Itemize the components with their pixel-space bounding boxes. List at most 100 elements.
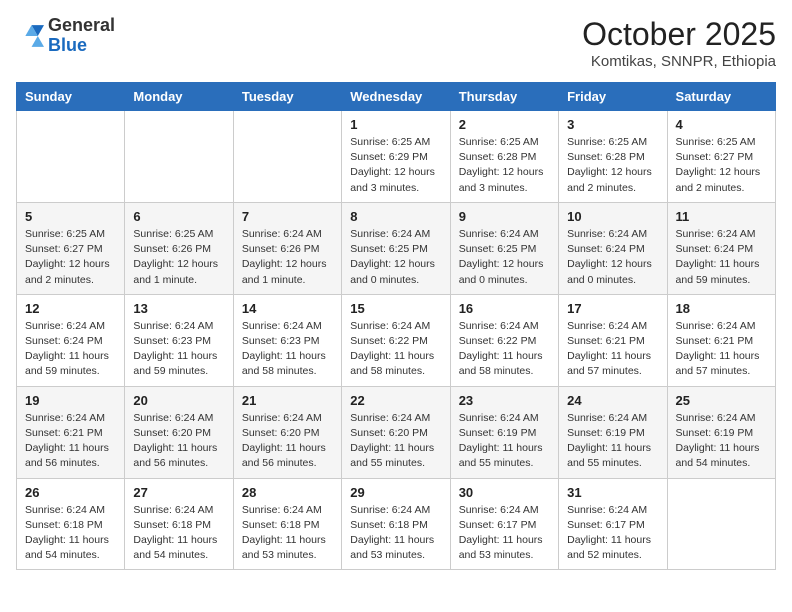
day-number: 19 <box>25 393 116 408</box>
calendar-week-row: 19Sunrise: 6:24 AM Sunset: 6:21 PM Dayli… <box>17 386 776 478</box>
table-row: 18Sunrise: 6:24 AM Sunset: 6:21 PM Dayli… <box>667 294 775 386</box>
table-row <box>125 111 233 203</box>
day-number: 26 <box>25 485 116 500</box>
day-info: Sunrise: 6:24 AM Sunset: 6:20 PM Dayligh… <box>133 411 224 472</box>
col-friday: Friday <box>559 83 667 111</box>
table-row: 25 Sunrise: 6:24 AM Sunset: 6:19 PM Dayli… <box>667 386 775 478</box>
day-number: 16 <box>459 301 550 316</box>
col-wednesday: Wednesday <box>342 83 450 111</box>
table-row: 4Sunrise: 6:25 AM Sunset: 6:27 PM Daylig… <box>667 111 775 203</box>
day-number: 9 <box>459 209 550 224</box>
table-row: 24Sunrise: 6:24 AM Sunset: 6:19 PM Dayli… <box>559 386 667 478</box>
day-number: 6 <box>133 209 224 224</box>
day-info: Sunrise: 6:24 AM Sunset: 6:24 PM Dayligh… <box>567 227 658 288</box>
table-row: 15Sunrise: 6:24 AM Sunset: 6:22 PM Dayli… <box>342 294 450 386</box>
logo-icon <box>16 22 44 50</box>
day-number: 11 <box>676 209 767 224</box>
calendar-week-row: 1 Sunrise: 6:25 AM Sunset: 6:29 PM Daylig… <box>17 111 776 203</box>
table-row: 27 Sunrise: 6:24 AM Sunset: 6:18 PM Dayli… <box>125 478 233 570</box>
day-number: 21 <box>242 393 333 408</box>
day-info: Sunrise: 6:24 AM Sunset: 6:18 PM Dayligh… <box>242 503 333 564</box>
table-row <box>233 111 341 203</box>
title-block: October 2025 Komtikas, SNNPR, Ethiopia <box>582 16 776 70</box>
day-number: 5 <box>25 209 116 224</box>
day-info: Sunrise: 6:24 AM Sunset: 6:19 PM Dayligh… <box>676 411 767 472</box>
table-row: 8 Sunrise: 6:24 AM Sunset: 6:25 PM Daylig… <box>342 202 450 294</box>
table-row: 11 Sunrise: 6:24 AM Sunset: 6:24 PM Dayli… <box>667 202 775 294</box>
day-info: Sunrise: 6:24 AM Sunset: 6:17 PM Dayligh… <box>459 503 550 564</box>
day-number: 30 <box>459 485 550 500</box>
day-number: 25 <box>676 393 767 408</box>
calendar-table: Sunday Monday Tuesday Wednesday Thursday… <box>16 82 776 570</box>
day-info: Sunrise: 6:25 AM Sunset: 6:28 PM Dayligh… <box>567 135 658 196</box>
table-row: 17 Sunrise: 6:24 AM Sunset: 6:21 PM Dayli… <box>559 294 667 386</box>
day-number: 17 <box>567 301 658 316</box>
col-saturday: Saturday <box>667 83 775 111</box>
day-info: Sunrise: 6:24 AM Sunset: 6:21 PM Dayligh… <box>676 319 767 380</box>
day-info: Sunrise: 6:24 AM Sunset: 6:23 PM Dayligh… <box>133 319 224 380</box>
table-row: 10Sunrise: 6:24 AM Sunset: 6:24 PM Dayli… <box>559 202 667 294</box>
day-number: 3 <box>567 117 658 132</box>
month-title: October 2025 <box>582 16 776 53</box>
table-row: 20 Sunrise: 6:24 AM Sunset: 6:20 PM Dayli… <box>125 386 233 478</box>
table-row: 2 Sunrise: 6:25 AM Sunset: 6:28 PM Daylig… <box>450 111 558 203</box>
day-number: 15 <box>350 301 441 316</box>
table-row: 16 Sunrise: 6:24 AM Sunset: 6:22 PM Dayli… <box>450 294 558 386</box>
col-tuesday: Tuesday <box>233 83 341 111</box>
day-number: 8 <box>350 209 441 224</box>
table-row: 6 Sunrise: 6:25 AM Sunset: 6:26 PM Daylig… <box>125 202 233 294</box>
day-info: Sunrise: 6:25 AM Sunset: 6:27 PM Dayligh… <box>25 227 116 288</box>
col-thursday: Thursday <box>450 83 558 111</box>
table-row: 13 Sunrise: 6:24 AM Sunset: 6:23 PM Dayli… <box>125 294 233 386</box>
table-row: 19Sunrise: 6:24 AM Sunset: 6:21 PM Dayli… <box>17 386 125 478</box>
calendar-header-row: Sunday Monday Tuesday Wednesday Thursday… <box>17 83 776 111</box>
page-header: General Blue October 2025 Komtikas, SNNP… <box>16 16 776 70</box>
day-number: 31 <box>567 485 658 500</box>
day-info: Sunrise: 6:24 AM Sunset: 6:18 PM Dayligh… <box>133 503 224 564</box>
day-info: Sunrise: 6:24 AM Sunset: 6:20 PM Dayligh… <box>242 411 333 472</box>
table-row: 1 Sunrise: 6:25 AM Sunset: 6:29 PM Daylig… <box>342 111 450 203</box>
table-row: 23Sunrise: 6:24 AM Sunset: 6:19 PM Dayli… <box>450 386 558 478</box>
table-row <box>667 478 775 570</box>
day-number: 22 <box>350 393 441 408</box>
table-row: 31Sunrise: 6:24 AM Sunset: 6:17 PM Dayli… <box>559 478 667 570</box>
table-row: 7 Sunrise: 6:24 AM Sunset: 6:26 PM Daylig… <box>233 202 341 294</box>
day-info: Sunrise: 6:25 AM Sunset: 6:28 PM Dayligh… <box>459 135 550 196</box>
day-info: Sunrise: 6:24 AM Sunset: 6:24 PM Dayligh… <box>676 227 767 288</box>
day-number: 29 <box>350 485 441 500</box>
day-info: Sunrise: 6:24 AM Sunset: 6:18 PM Dayligh… <box>25 503 116 564</box>
day-number: 23 <box>459 393 550 408</box>
col-monday: Monday <box>125 83 233 111</box>
day-info: Sunrise: 6:24 AM Sunset: 6:20 PM Dayligh… <box>350 411 441 472</box>
day-info: Sunrise: 6:24 AM Sunset: 6:26 PM Dayligh… <box>242 227 333 288</box>
day-info: Sunrise: 6:24 AM Sunset: 6:24 PM Dayligh… <box>25 319 116 380</box>
table-row: 26 Sunrise: 6:24 AM Sunset: 6:18 PM Dayli… <box>17 478 125 570</box>
calendar-week-row: 26 Sunrise: 6:24 AM Sunset: 6:18 PM Dayli… <box>17 478 776 570</box>
logo-text: General Blue <box>48 16 115 56</box>
day-info: Sunrise: 6:24 AM Sunset: 6:21 PM Dayligh… <box>567 319 658 380</box>
table-row: 9Sunrise: 6:24 AM Sunset: 6:25 PM Daylig… <box>450 202 558 294</box>
day-number: 7 <box>242 209 333 224</box>
table-row: 14Sunrise: 6:24 AM Sunset: 6:23 PM Dayli… <box>233 294 341 386</box>
day-number: 12 <box>25 301 116 316</box>
day-number: 20 <box>133 393 224 408</box>
day-number: 1 <box>350 117 441 132</box>
logo: General Blue <box>16 16 115 56</box>
day-number: 27 <box>133 485 224 500</box>
calendar-week-row: 5 Sunrise: 6:25 AM Sunset: 6:27 PM Daylig… <box>17 202 776 294</box>
table-row: 5 Sunrise: 6:25 AM Sunset: 6:27 PM Daylig… <box>17 202 125 294</box>
day-info: Sunrise: 6:24 AM Sunset: 6:25 PM Dayligh… <box>350 227 441 288</box>
table-row: 22 Sunrise: 6:24 AM Sunset: 6:20 PM Dayli… <box>342 386 450 478</box>
day-info: Sunrise: 6:24 AM Sunset: 6:22 PM Dayligh… <box>459 319 550 380</box>
location-title: Komtikas, SNNPR, Ethiopia <box>582 53 776 70</box>
day-info: Sunrise: 6:25 AM Sunset: 6:29 PM Dayligh… <box>350 135 441 196</box>
day-number: 13 <box>133 301 224 316</box>
calendar-week-row: 12 Sunrise: 6:24 AM Sunset: 6:24 PM Dayli… <box>17 294 776 386</box>
day-number: 4 <box>676 117 767 132</box>
day-number: 14 <box>242 301 333 316</box>
day-number: 28 <box>242 485 333 500</box>
day-number: 2 <box>459 117 550 132</box>
day-info: Sunrise: 6:24 AM Sunset: 6:18 PM Dayligh… <box>350 503 441 564</box>
day-info: Sunrise: 6:25 AM Sunset: 6:26 PM Dayligh… <box>133 227 224 288</box>
col-sunday: Sunday <box>17 83 125 111</box>
